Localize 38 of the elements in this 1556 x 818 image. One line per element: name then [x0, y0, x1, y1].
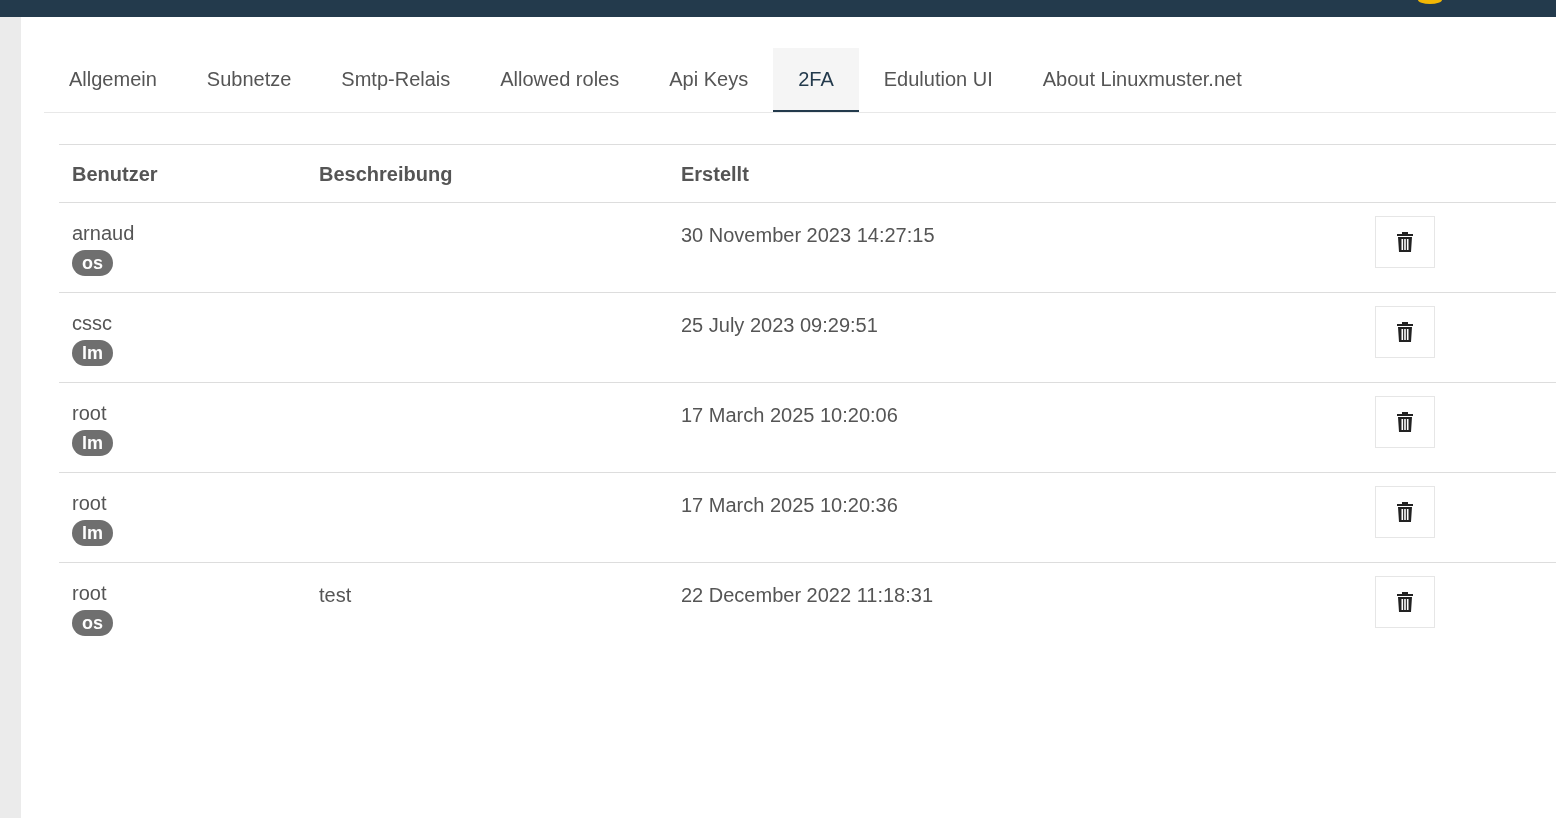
- trash-icon: [1396, 411, 1414, 433]
- column-header: Benutzer: [71, 161, 159, 187]
- delete-button[interactable]: [1375, 306, 1435, 358]
- created-date: 30 November 2023 14:27:15: [681, 224, 935, 246]
- created-date: 22 December 2022 11:18:31: [681, 584, 934, 606]
- delete-button[interactable]: [1375, 486, 1435, 538]
- tab[interactable]: Allgemein: [44, 48, 182, 112]
- source-tag: os: [72, 610, 113, 636]
- delete-button[interactable]: [1375, 216, 1435, 268]
- created-date: 17 March 2025 10:20:36: [681, 494, 898, 516]
- user-name: root: [72, 581, 107, 606]
- source-tag: lm: [72, 430, 113, 456]
- trash-icon: [1396, 501, 1414, 523]
- user-name: root: [72, 401, 107, 426]
- tab[interactable]: About Linuxmuster.net: [1017, 48, 1267, 112]
- tab[interactable]: Smtp-Relais: [316, 48, 476, 112]
- column-header: Erstellt: [681, 161, 750, 187]
- user-name: cssc: [72, 311, 112, 336]
- column-header: Beschreibung: [319, 161, 454, 187]
- tab[interactable]: Edulution UI: [858, 48, 1018, 112]
- source-tag: lm: [72, 520, 113, 546]
- trash-icon: [1396, 231, 1414, 253]
- user-name: arnaud: [72, 221, 135, 246]
- tab[interactable]: Subnetze: [181, 48, 317, 112]
- delete-button[interactable]: [1375, 576, 1435, 628]
- tab[interactable]: Api Keys: [644, 48, 774, 112]
- user-name: root: [72, 491, 107, 516]
- delete-button[interactable]: [1375, 396, 1435, 448]
- tab[interactable]: Allowed roles: [475, 48, 645, 112]
- avatar-icon: [1418, 0, 1442, 4]
- source-tag: os: [72, 250, 113, 276]
- description-cell: test: [319, 584, 352, 606]
- trash-icon: [1396, 591, 1414, 613]
- created-date: 25 July 2023 09:29:51: [681, 314, 878, 336]
- trash-icon: [1396, 321, 1414, 343]
- created-date: 17 March 2025 10:20:06: [681, 404, 898, 426]
- tab[interactable]: 2FA: [773, 48, 859, 112]
- source-tag: lm: [72, 340, 113, 366]
